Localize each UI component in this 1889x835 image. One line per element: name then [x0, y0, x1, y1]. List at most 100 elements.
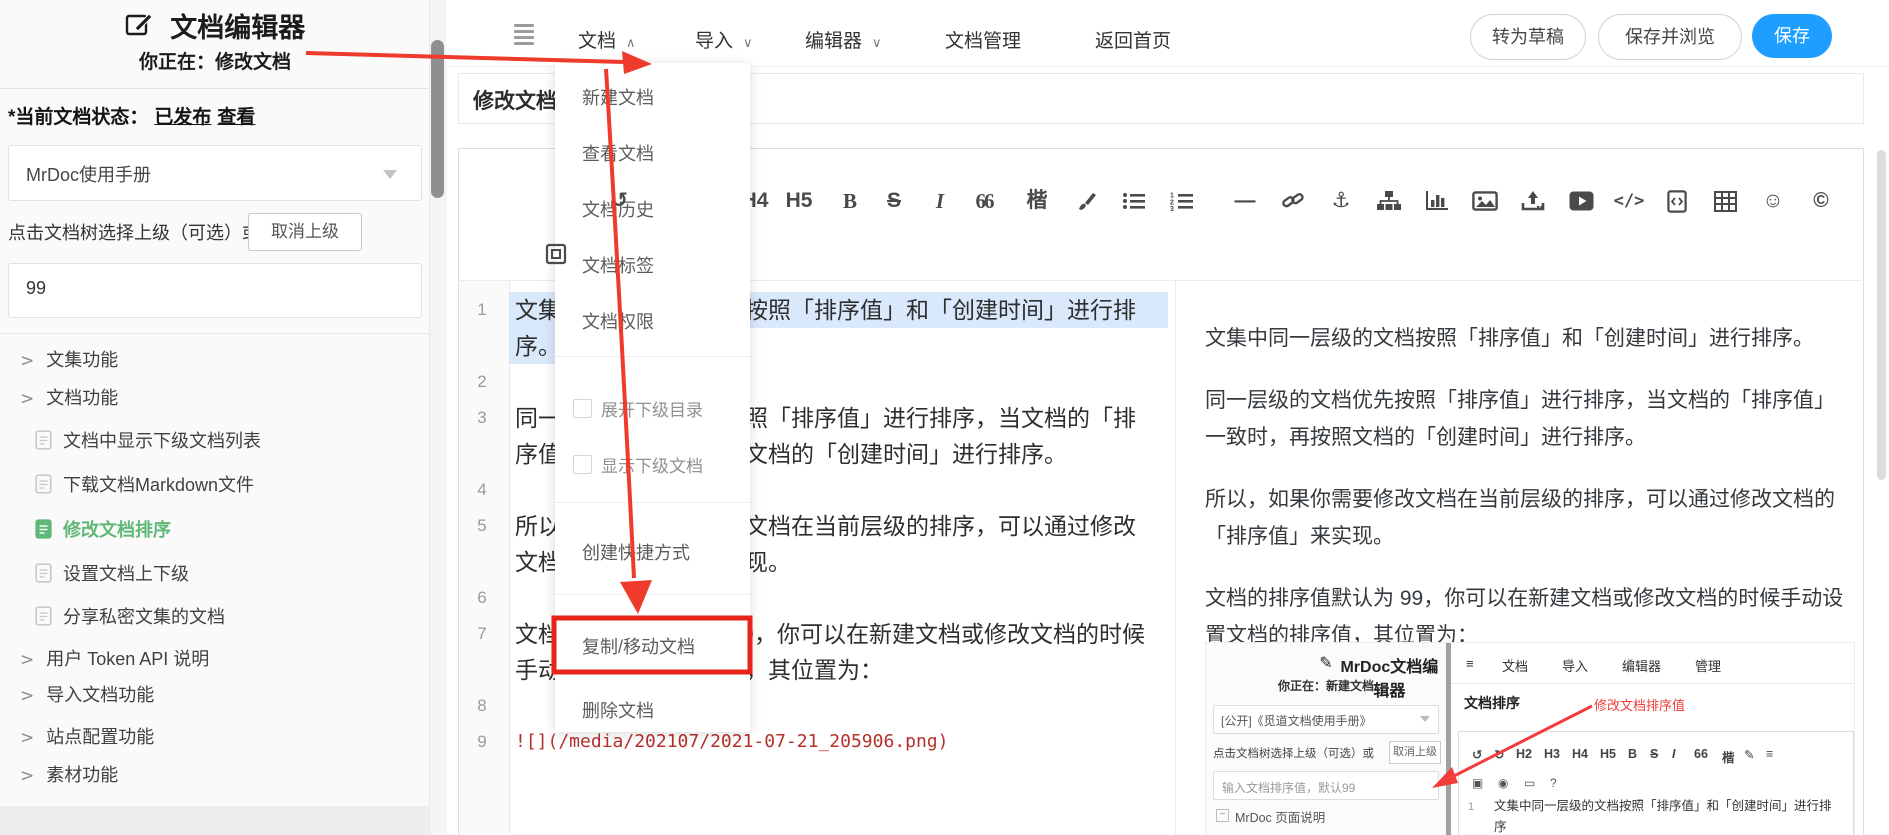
tree-item-folder[interactable]: >站点配置功能: [20, 721, 154, 753]
mini-toolbar-icon: ≡: [1766, 747, 1773, 761]
emoji-icon[interactable]: ☺: [1751, 184, 1795, 218]
chart-icon[interactable]: [1415, 184, 1459, 218]
menu-divider: [555, 502, 750, 503]
ordered-list-icon[interactable]: 123: [1160, 184, 1204, 218]
mini-toolbar-icon: B: [1628, 747, 1637, 761]
mini-toolbar-icon: H5: [1600, 747, 1616, 761]
menu-bars-icon[interactable]: [514, 24, 534, 48]
menu-divider: [555, 594, 750, 595]
inline-code-icon[interactable]: </>: [1607, 184, 1651, 218]
unordered-list-icon[interactable]: [1112, 184, 1156, 218]
menu-item-11-highlighted[interactable]: 复制/移动文档: [582, 633, 695, 659]
nav-item-docs[interactable]: 文档∧: [578, 26, 636, 53]
strikethrough-icon[interactable]: S: [872, 184, 916, 218]
sitemap-icon[interactable]: [1367, 184, 1411, 218]
mini-cancel-parent-button: 取消上级: [1389, 741, 1441, 764]
svg-text:3: 3: [1170, 206, 1174, 211]
bold-icon[interactable]: B: [828, 184, 872, 218]
sidebar: 文档编辑器 你正在：修改文档 *当前文档状态：已发布查看 MrDoc使用手册 点…: [0, 0, 430, 835]
nav-item-back-home[interactable]: 返回首页: [1095, 26, 1171, 53]
mini-line-text: 文集中同一层级的文档按照「排序值」和「创建时间」进行排序: [1494, 796, 1834, 835]
menu-checkbox-6[interactable]: 展开下级目录: [573, 396, 703, 421]
doc-status-view-link[interactable]: 查看: [217, 107, 255, 128]
menu-item-0[interactable]: 新建文档: [582, 84, 654, 110]
doc-title-text: 修改文档: [473, 85, 557, 115]
nav-item-editor[interactable]: 编辑器∨: [805, 26, 882, 53]
caret-up-icon: ∧: [626, 36, 636, 51]
mini-collection-select: [公开]《觅道文档使用手册》: [1213, 705, 1439, 734]
video-icon[interactable]: [1559, 184, 1603, 218]
nav-item-doc-manage[interactable]: 文档管理: [945, 26, 1021, 53]
line-number: 7: [463, 616, 501, 652]
checkbox-icon[interactable]: [573, 455, 592, 474]
tree-item-folder[interactable]: >导入文档功能: [20, 679, 154, 711]
mini-toolbar-icon: ↺: [1472, 747, 1482, 762]
tree-item-folder[interactable]: >文档功能: [20, 382, 118, 414]
sort-value-input[interactable]: 99: [8, 263, 422, 318]
mini-red-annotation: 修改文档排序值: [1594, 695, 1685, 714]
mini-parent-hint: 点击文档树选择上级（可选）或: [1213, 745, 1374, 761]
mrdoc-editor-page: 文档编辑器 你正在：修改文档 *当前文档状态：已发布查看 MrDoc使用手册 点…: [0, 0, 1889, 835]
mini-toolbar-icon: 楷: [1722, 747, 1735, 766]
mini-toolbar-icon: ✎: [1744, 747, 1754, 762]
line-number: 8: [463, 688, 501, 724]
undo-icon[interactable]: ↺: [604, 184, 634, 218]
doc-status-value[interactable]: 已发布: [154, 107, 211, 128]
tree-item-folder[interactable]: >用户 Token API 说明: [20, 643, 209, 675]
menu-item-9[interactable]: 创建快捷方式: [582, 539, 690, 565]
menu-item-12[interactable]: 删除文档: [582, 697, 654, 723]
divider: [1175, 281, 1176, 835]
docs-dropdown-menu: 新建文档查看文档文档历史文档标签文档权限展开下级目录显示下级文档创建快捷方式复制…: [555, 63, 750, 732]
code-block-icon[interactable]: [1655, 184, 1699, 218]
sidebar-scrollbar-thumb[interactable]: [431, 40, 444, 198]
tree-item-doc[interactable]: 修改文档排序: [35, 514, 171, 546]
kai-font-icon[interactable]: 楷: [1015, 184, 1059, 218]
to-draft-button[interactable]: 转为草稿: [1470, 14, 1586, 60]
markdown-preview-pane: 文集中同一层级的文档按照「排序值」和「创建时间」进行排序。同一层级的文档优先按照…: [1205, 280, 1855, 679]
nav-item-import[interactable]: 导入∨: [695, 26, 753, 53]
save-button[interactable]: 保存: [1752, 14, 1832, 58]
checkbox-icon[interactable]: [573, 399, 592, 418]
preview-scrollbar-thumb[interactable]: [1877, 150, 1886, 480]
doc-status-row: *当前文档状态：已发布查看: [8, 102, 255, 129]
upload-icon[interactable]: [1511, 184, 1555, 218]
save-and-view-button[interactable]: 保存并浏览: [1598, 14, 1742, 60]
tree-item-doc[interactable]: 文档中显示下级文档列表: [35, 425, 261, 457]
horizontal-rule-icon[interactable]: —: [1223, 184, 1267, 218]
collapse-icon: −: [1216, 809, 1229, 822]
cancel-parent-button[interactable]: 取消上级: [248, 213, 362, 251]
mini-toolbar-icon: H2: [1516, 747, 1532, 761]
preview-paragraph: 文集中同一层级的文档按照「排序值」和「创建时间」进行排序。: [1205, 320, 1855, 357]
sidebar-hscrollbar-track[interactable]: [0, 806, 430, 835]
menu-item-1[interactable]: 查看文档: [582, 140, 654, 166]
copyright-icon[interactable]: ©: [1799, 184, 1843, 218]
menu-item-3[interactable]: 文档标签: [582, 252, 654, 278]
preview-paragraph: 所以，如果你需要修改文档在当前层级的排序，可以通过修改文档的「排序值」来实现。: [1205, 481, 1855, 555]
brush-icon[interactable]: [1065, 184, 1109, 218]
chevron-right-icon: >: [20, 728, 34, 748]
tree-item-folder[interactable]: >文集功能: [20, 344, 118, 376]
mini-title: ✎ MrDoc文档编辑器: [1206, 653, 1446, 673]
divider: [0, 88, 430, 89]
link-icon[interactable]: [1271, 184, 1315, 218]
quote-icon[interactable]: 66: [962, 184, 1006, 218]
italic-icon[interactable]: I: [918, 184, 962, 218]
mini-line-number: 1: [1468, 801, 1474, 813]
chevron-right-icon: >: [20, 766, 34, 786]
goto-line-icon[interactable]: [541, 237, 571, 271]
menu-item-4[interactable]: 文档权限: [582, 308, 654, 334]
tree-item-doc[interactable]: 下载文档Markdown文件: [35, 469, 254, 501]
embedded-screenshot-image: ✎ MrDoc文档编辑器 你正在：新建文档 [公开]《觅道文档使用手册》 点击文…: [1205, 642, 1855, 835]
anchor-icon[interactable]: ⚓: [1319, 184, 1363, 218]
menu-checkbox-7[interactable]: 显示下级文档: [573, 452, 703, 477]
h5-icon[interactable]: H5: [777, 184, 821, 218]
svg-text:1: 1: [1170, 193, 1174, 200]
collection-select[interactable]: MrDoc使用手册: [8, 145, 422, 201]
tree-item-doc[interactable]: 设置文档上下级: [35, 558, 189, 590]
mini-toolbar-icon: ↻: [1494, 747, 1504, 762]
tree-item-folder[interactable]: >素材功能: [20, 759, 118, 791]
image-icon[interactable]: [1463, 184, 1507, 218]
line-number: 6: [463, 580, 501, 616]
table-icon[interactable]: [1703, 184, 1747, 218]
tree-item-doc[interactable]: 分享私密文集的文档: [35, 601, 225, 633]
